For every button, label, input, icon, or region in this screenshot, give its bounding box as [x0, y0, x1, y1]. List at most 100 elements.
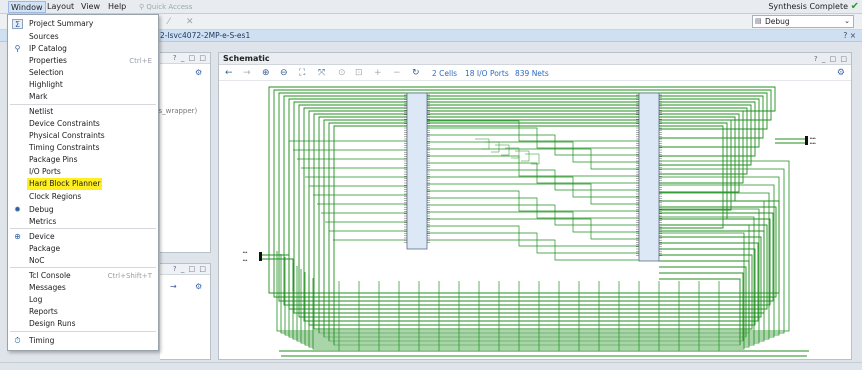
menu-item-tcl-console[interactable]: Tcl Console Ctrl+Shift+T — [8, 270, 158, 282]
net-wire — [273, 89, 777, 298]
menu-item-label: Reports — [29, 307, 58, 316]
port-label: ▸▸▸ — [243, 258, 248, 262]
output-port-group[interactable]: ▸▸▸▸ ▸▸▸▸ — [805, 136, 817, 145]
menu-item-label: Physical Constraints — [29, 131, 105, 140]
gear-icon[interactable]: ⚙ — [195, 68, 202, 77]
zoom-in-icon[interactable]: ⊕ — [262, 67, 270, 80]
panel-window-buttons[interactable]: ? _ □ □ — [173, 264, 207, 274]
menu-item-physical-constraints[interactable]: Physical Constraints — [8, 130, 158, 142]
collapse-icon[interactable]: − — [393, 67, 401, 80]
input-port-group[interactable]: ▸▸▸ ▸▸▸ — [243, 250, 262, 262]
menu-item-label: Selection — [29, 68, 64, 77]
menu-window[interactable]: Window — [8, 1, 46, 13]
device-title: 2-lsvc4072-2MP-e-S-es1 — [160, 31, 251, 40]
menu-item-device-constraints[interactable]: Device Constraints — [8, 118, 158, 130]
panel-window-buttons[interactable]: ? _ □ □ — [173, 53, 207, 63]
select-area-icon[interactable]: ⊙ — [338, 67, 346, 80]
menu-layout[interactable]: Layout — [45, 1, 76, 13]
menu-item-label: IP Catalog — [29, 44, 67, 53]
synthesis-status: Synthesis Complete — [768, 2, 848, 11]
net-wire — [427, 120, 639, 142]
menu-item-i-o-ports[interactable]: I/O Ports — [8, 166, 158, 178]
menu-item-log[interactable]: Log — [8, 294, 158, 306]
menu-item-selection[interactable]: Selection — [8, 67, 158, 79]
menu-item-hard-block-planner[interactable]: Hard Block Planner — [8, 178, 158, 190]
gear-icon[interactable]: ⚙ — [195, 282, 202, 291]
menu-item-project-summary[interactable]: Σ Project Summary — [8, 18, 158, 30]
add-icon[interactable]: + — [374, 67, 382, 80]
menu-item-sources[interactable]: Sources — [8, 31, 158, 43]
menu-item-noc[interactable]: NoC — [8, 255, 158, 267]
zoom-fit-icon[interactable]: ⛶ — [299, 67, 305, 80]
menu-item-clock-regions[interactable]: Clock Regions — [8, 191, 158, 203]
back-arrow-icon[interactable]: ← — [225, 67, 233, 80]
menu-item-mark[interactable]: Mark — [8, 91, 158, 103]
menu-item-label: Design Runs — [29, 319, 76, 328]
menu-item-messages[interactable]: Messages — [8, 282, 158, 294]
io-ports-link[interactable]: 18 I/O Ports — [465, 68, 509, 80]
menu-item-metrics[interactable]: Metrics — [8, 216, 158, 228]
expand-icon[interactable]: ⊡ — [355, 67, 363, 80]
menu-item-design-runs[interactable]: Design Runs — [8, 318, 158, 330]
schematic-canvas[interactable]: ▸▸▸ ▸▸▸ ▸▸▸▸ ▸▸▸▸ — [219, 81, 851, 359]
close-x-icon[interactable]: ✕ — [186, 16, 194, 28]
quick-access-search[interactable]: ⚲ Quick Access — [139, 2, 249, 12]
forward-arrow-icon[interactable]: → — [170, 282, 177, 291]
layout-icon: ▤ — [755, 17, 762, 25]
schematic-title: Schematic — [223, 54, 270, 63]
bug-icon: ✹ — [14, 205, 21, 214]
menu-item-shortcut: Ctrl+Shift+T — [107, 272, 152, 280]
menu-item-timing-constraints[interactable]: Timing Constraints — [8, 142, 158, 154]
tree-item-partial[interactable]: ps_wrapper) — [154, 107, 197, 115]
project-bar-buttons[interactable]: ? × — [843, 30, 856, 42]
net-wire — [427, 239, 639, 261]
schematic-cell-right[interactable] — [638, 92, 660, 262]
zoom-out-icon[interactable]: ⊖ — [280, 67, 288, 80]
fit-selection-icon[interactable]: ⤧ — [318, 67, 325, 80]
menu-item-reports[interactable]: Reports — [8, 306, 158, 318]
menu-item-highlight[interactable]: Highlight — [8, 79, 158, 91]
edit-icon[interactable]: ⁄ — [168, 16, 170, 28]
menu-item-debug[interactable]: ✹ Debug — [8, 204, 158, 216]
menu-item-netlist[interactable]: Netlist — [8, 106, 158, 118]
net-wire — [427, 127, 639, 149]
menu-help[interactable]: Help — [106, 1, 128, 13]
menu-item-label: Tcl Console — [29, 271, 71, 280]
menu-item-timing[interactable]: ⏱ Timing — [8, 335, 158, 347]
cells-count-link[interactable]: 2 Cells — [432, 68, 457, 80]
net-wire — [485, 141, 500, 153]
menu-item-label: I/O Ports — [29, 167, 61, 176]
port-label: ▸▸▸▸ — [810, 136, 817, 140]
menu-item-label: Project Summary — [29, 19, 94, 28]
menu-item-properties[interactable]: Properties Ctrl+E — [8, 55, 158, 67]
net-wire — [323, 119, 747, 338]
net-wire — [427, 197, 639, 219]
menu-item-package[interactable]: Package — [8, 243, 158, 255]
checkmark-icon: ✔ — [850, 1, 859, 12]
gear-icon[interactable]: ⚙ — [837, 68, 845, 78]
net-wire — [475, 138, 490, 150]
device-icon: ⊕ — [14, 232, 21, 241]
net-wire — [268, 86, 780, 294]
net-wire — [427, 134, 639, 156]
forward-arrow-icon[interactable]: → — [243, 67, 251, 80]
net-wire — [505, 147, 520, 159]
menu-item-label: Log — [29, 295, 43, 304]
menu-item-device[interactable]: ⊕ Device — [8, 231, 158, 243]
menu-item-label: NoC — [29, 256, 45, 265]
menu-separator — [10, 267, 156, 268]
schematic-cell-left[interactable] — [406, 92, 428, 250]
menu-item-ip-catalog[interactable]: ⚲ IP Catalog — [8, 43, 158, 55]
menu-item-label: Netlist — [29, 107, 54, 116]
net-wire — [427, 176, 639, 198]
menu-view[interactable]: View — [79, 1, 102, 13]
menu-item-label: Highlight — [29, 80, 63, 89]
refresh-icon[interactable]: ↻ — [412, 67, 420, 80]
nets-link[interactable]: 839 Nets — [515, 68, 549, 80]
output-bus-marker — [805, 136, 808, 145]
menu-item-label: Package Pins — [29, 155, 78, 164]
layout-select[interactable]: ▤ Debug ⌄ — [752, 15, 854, 28]
schematic-window-buttons[interactable]: ? _ □ □ — [814, 53, 848, 65]
menu-separator — [10, 331, 156, 332]
menu-item-package-pins[interactable]: Package Pins — [8, 154, 158, 166]
